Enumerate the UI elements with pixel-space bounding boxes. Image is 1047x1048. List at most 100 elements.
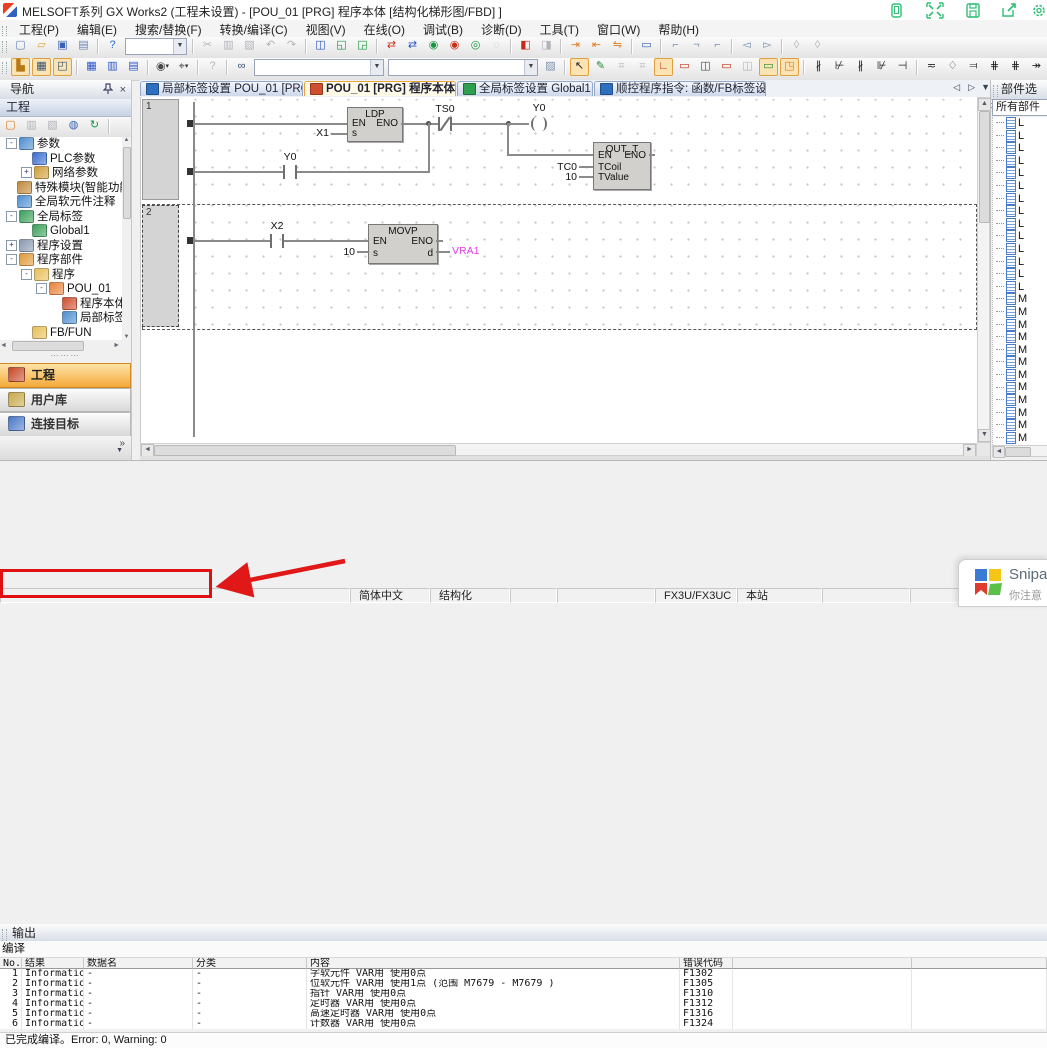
label-box-icon[interactable]: ◳	[780, 58, 799, 76]
write-to-plc-icon[interactable]: ⇄	[403, 37, 422, 55]
document-tab-3[interactable]: 顺控程序指令: 函数/FB标签设置 ...	[594, 81, 766, 96]
network-header-1[interactable]: 1	[142, 99, 179, 200]
quick-access-combo[interactable]: ▼	[125, 38, 187, 55]
closed-contact-icon[interactable]: ⊬	[830, 58, 849, 76]
operand-label-X1[interactable]: X1	[301, 127, 329, 139]
parts-item-11[interactable]: L	[993, 256, 1047, 269]
table-row-1[interactable]	[0, 969, 1047, 979]
watch-icon-4[interactable]: ◊	[808, 37, 827, 55]
collapse-icon[interactable]: -	[6, 211, 17, 222]
tree-item-11[interactable]: 程序本体	[0, 297, 122, 312]
transfer-setup-icon-3[interactable]: ⇋	[608, 37, 627, 55]
screen-display-icon[interactable]: ▭	[637, 37, 656, 55]
editor-vertical-scrollbar[interactable]: ▲ ▼	[977, 97, 990, 443]
parts-item-23[interactable]: M	[993, 407, 1047, 420]
parts-item-15[interactable]: M	[993, 306, 1047, 319]
function-block-icon-3[interactable]: ▭	[717, 58, 736, 76]
expand-icon[interactable]: +	[21, 167, 32, 178]
docking-window-icon[interactable]: ◰	[53, 58, 72, 76]
device-write-icon[interactable]: ◫	[311, 37, 330, 55]
project-tree-toggle-icon[interactable]: ▙	[11, 58, 30, 76]
parts-item-5[interactable]: L	[993, 180, 1047, 193]
save-snip-icon[interactable]	[960, 2, 986, 19]
parts-filter-combo[interactable]: 所有部件	[992, 99, 1047, 116]
watch-icon-2[interactable]: ▻	[758, 37, 777, 55]
tree-item-6[interactable]: Global1	[0, 224, 122, 239]
parts-item-10[interactable]: L	[993, 243, 1047, 256]
parts-item-21[interactable]: M	[993, 381, 1047, 394]
expand-icon[interactable]	[922, 2, 948, 19]
nav-props-icon[interactable]: ◍	[64, 117, 83, 135]
contact-X2[interactable]: X2	[266, 234, 288, 248]
tree-item-3[interactable]: 特殊模块(智能功能模块	[0, 181, 122, 196]
jump-icon[interactable]: ↠	[1027, 58, 1046, 76]
parts-item-2[interactable]: L	[993, 142, 1047, 155]
nav-refresh-icon[interactable]: ↻	[85, 117, 104, 135]
device-monitor-icon-2[interactable]: ◉	[445, 37, 464, 55]
parts-item-17[interactable]: M	[993, 331, 1047, 344]
pin-icon[interactable]	[103, 82, 113, 100]
device-monitor-icon-3[interactable]: ◎	[466, 37, 485, 55]
guided-mode-icon-1[interactable]: ⌗	[612, 58, 631, 76]
parts-item-4[interactable]: L	[993, 167, 1047, 180]
parts-item-13[interactable]: L	[993, 281, 1047, 294]
nav-view-button-2[interactable]: 连接目标	[0, 412, 131, 437]
coil-icon[interactable]: ⊣	[893, 58, 912, 76]
interconnect-mode-icon[interactable]: ✎	[591, 58, 610, 76]
module-config-icon[interactable]: ▦	[32, 58, 51, 76]
operand-label-10[interactable]: 10	[329, 246, 355, 258]
operand-label-10[interactable]: 10	[551, 171, 577, 183]
cut-icon[interactable]: ✂	[198, 37, 217, 55]
device-table-icon[interactable]: ▤	[124, 58, 143, 76]
tree-item-13[interactable]: FB/FUN	[0, 326, 122, 341]
document-tab-2[interactable]: 全局标签设置 Global1	[457, 81, 593, 96]
parts-item-14[interactable]: M	[993, 293, 1047, 306]
find-result-icon[interactable]: ▨	[541, 58, 560, 76]
tree-item-7[interactable]: +程序设置	[0, 239, 122, 254]
device-comment-icon[interactable]: ▦	[82, 58, 101, 76]
parts-item-19[interactable]: M	[993, 356, 1047, 369]
tree-item-10[interactable]: -POU_01	[0, 282, 122, 297]
parts-item-1[interactable]: L	[993, 130, 1047, 143]
parts-horizontal-scrollbar[interactable]: ◄	[992, 445, 1047, 457]
rising-contact-icon[interactable]: ∦	[851, 58, 870, 76]
table-row-4[interactable]	[0, 999, 1047, 1009]
expand-icon[interactable]: +	[6, 240, 17, 251]
network-header-2[interactable]: 2	[142, 205, 179, 327]
find-string-combo[interactable]: ▼	[388, 59, 538, 76]
paste-icon[interactable]: ▧	[240, 37, 259, 55]
transfer-setup-icon-1[interactable]: ⇥	[566, 37, 585, 55]
tree-item-2[interactable]: +网络参数	[0, 166, 122, 181]
chevron-down-icon[interactable]: ▼	[116, 447, 123, 454]
contact-Y0[interactable]: Y0	[279, 165, 301, 179]
operand-label-VRA1[interactable]: VRA1	[452, 245, 496, 257]
falling-contact-icon[interactable]: ⊮	[872, 58, 891, 76]
close-icon[interactable]: ×	[120, 81, 126, 99]
document-tab-0[interactable]: 局部标签设置 POU_01 [PRG]	[140, 81, 303, 96]
table-row-5[interactable]	[0, 1009, 1047, 1019]
table-row-2[interactable]	[0, 979, 1047, 989]
contact-TS0[interactable]: TS0	[434, 117, 456, 131]
function-block-icon-2[interactable]: ◫	[696, 58, 715, 76]
function-block-LDP[interactable]: LDPENENOs	[347, 107, 403, 142]
parts-item-18[interactable]: M	[993, 344, 1047, 357]
vertical-pair-icon-2[interactable]: ⋕	[1006, 58, 1025, 76]
nav-chevron-row[interactable]: » ▼	[0, 436, 131, 460]
table-row-3[interactable]	[0, 989, 1047, 999]
tree-vertical-scrollbar[interactable]: ▲▼	[122, 137, 131, 340]
ladder-editor-canvas[interactable]: 12X1LDPENENOsTS0Y0OUT_TENENOTCoilTValueT…	[140, 97, 978, 443]
device-display-icon[interactable]: ◉▾	[153, 58, 172, 76]
step-run-icon-3[interactable]: ⌐	[708, 37, 727, 55]
help-icon[interactable]: ?	[103, 37, 122, 55]
parts-item-3[interactable]: L	[993, 155, 1047, 168]
save-icon[interactable]: ▣	[53, 37, 72, 55]
step-run-icon-2[interactable]: ¬	[687, 37, 706, 55]
tab-scroll-button-2[interactable]: ▼	[981, 82, 990, 92]
step-run-icon-1[interactable]: ⌐	[666, 37, 685, 55]
collapse-icon[interactable]: -	[6, 254, 17, 265]
open-contact-icon[interactable]: ∦	[809, 58, 828, 76]
collapse-icon[interactable]: -	[36, 283, 47, 294]
table-row-6[interactable]	[0, 1019, 1047, 1029]
parts-item-0[interactable]: L	[993, 117, 1047, 130]
open-file-icon[interactable]: ▱	[32, 37, 51, 55]
